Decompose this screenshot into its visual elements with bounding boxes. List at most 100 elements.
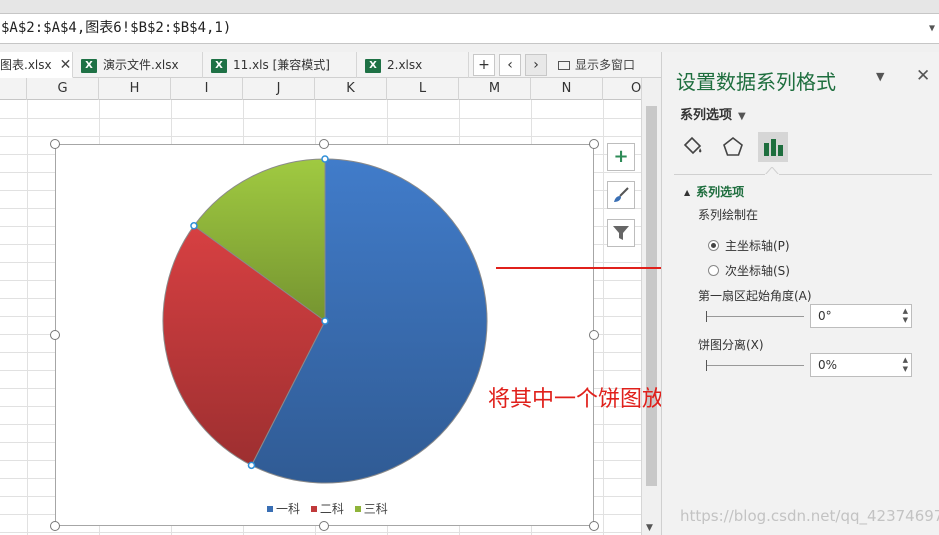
- secondary-axis-radio[interactable]: 次坐标轴(S): [708, 262, 790, 279]
- legend-label: 三科: [363, 502, 388, 516]
- chevron-down-icon[interactable]: ▼: [876, 70, 884, 83]
- start-angle-slider[interactable]: [706, 311, 804, 322]
- effects-tab[interactable]: [718, 132, 748, 162]
- paint-bucket-icon: [683, 136, 702, 155]
- vertical-scrollbar[interactable]: ▼: [641, 78, 661, 535]
- formula-bar[interactable]: $A$2:$A$4,图表6!$B$2:$B$4,1) ▼: [0, 13, 939, 44]
- primary-axis-label: 主坐标轴(P): [725, 239, 790, 253]
- spinner-arrows-icon[interactable]: ▲ ▼: [903, 307, 908, 325]
- resize-handle[interactable]: [319, 139, 329, 149]
- resize-handle[interactable]: [589, 139, 599, 149]
- chevron-down-icon: ▼: [738, 111, 746, 122]
- legend-label: 二科: [319, 502, 344, 516]
- legend-item[interactable]: 二科: [310, 500, 344, 517]
- scroll-down-icon[interactable]: ▼: [646, 523, 653, 533]
- start-angle-value[interactable]: 0°: [818, 309, 832, 323]
- series-selection-point[interactable]: [247, 461, 256, 470]
- multi-window-button[interactable]: 显示多窗口: [558, 52, 635, 78]
- series-selection-point[interactable]: [321, 155, 329, 163]
- chart-filters-button[interactable]: [607, 219, 635, 247]
- resize-handle[interactable]: [50, 139, 60, 149]
- chart-area[interactable]: [55, 144, 594, 526]
- start-angle-spinner[interactable]: 0° ▲ ▼: [810, 304, 912, 328]
- resize-handle[interactable]: [50, 330, 60, 340]
- resize-handle[interactable]: [589, 521, 599, 531]
- column-header-cell[interactable]: K: [315, 78, 387, 100]
- legend-swatch: [354, 505, 361, 512]
- ribbon-edge: [0, 0, 939, 13]
- pie-chart[interactable]: [56, 145, 595, 527]
- chart-elements-button[interactable]: +: [607, 143, 635, 171]
- legend-swatch: [310, 505, 317, 512]
- brush-icon: [614, 187, 629, 202]
- excel-file-icon: X: [81, 58, 97, 73]
- format-series-panel: 设置数据系列格式 ▼ ✕ 系列选项 ▼ ▲ 系列选项 系列绘制在 主坐标轴(P) 次…: [661, 52, 939, 535]
- series-options-label: 系列选项: [680, 108, 733, 123]
- legend-item[interactable]: 三科: [354, 500, 388, 517]
- window-icon: [558, 61, 570, 70]
- next-tab-button[interactable]: ›: [525, 54, 547, 76]
- column-header-cell[interactable]: M: [459, 78, 531, 100]
- slider-knob[interactable]: [706, 360, 707, 371]
- column-header-cell: [0, 78, 27, 100]
- divider: [674, 174, 932, 175]
- column-header-cell[interactable]: G: [27, 78, 99, 100]
- resize-handle[interactable]: [319, 521, 329, 531]
- column-header-cell[interactable]: J: [243, 78, 315, 100]
- grid-column-line: [603, 100, 604, 535]
- primary-axis-radio[interactable]: 主坐标轴(P): [708, 237, 790, 254]
- series-options-tab[interactable]: [758, 132, 788, 162]
- resize-handle[interactable]: [589, 330, 599, 340]
- tab-demo-workbook[interactable]: X 演示文件.xlsx: [73, 52, 203, 78]
- radio-dot[interactable]: [708, 240, 719, 251]
- explosion-value[interactable]: 0%: [818, 358, 837, 372]
- add-tab-button[interactable]: +: [473, 54, 495, 76]
- series-options-dropdown[interactable]: 系列选项 ▼: [680, 104, 746, 123]
- tab-label: 图表.xlsx: [0, 58, 52, 72]
- explosion-label: 饼图分离(X): [698, 338, 764, 352]
- excel-file-icon: X: [365, 58, 381, 73]
- chart-legend[interactable]: 一科 二科 三科: [267, 500, 395, 517]
- column-header-cell[interactable]: N: [531, 78, 603, 100]
- formula-expand-icon[interactable]: ▼: [929, 14, 935, 43]
- resize-handle[interactable]: [50, 521, 60, 531]
- section-label: 系列选项: [696, 185, 745, 199]
- start-angle-label: 第一扇区起始角度(A): [698, 289, 812, 303]
- explosion-slider[interactable]: [706, 360, 804, 371]
- chart-styles-button[interactable]: [607, 181, 635, 209]
- grid-row-line: [0, 118, 641, 119]
- column-header: G H I J K L M N O: [0, 78, 675, 100]
- tab-2-workbook[interactable]: X 2.xlsx: [357, 52, 469, 78]
- column-header-cell[interactable]: H: [99, 78, 171, 100]
- pentagon-icon: [723, 136, 743, 156]
- prev-tab-button[interactable]: ‹: [499, 54, 521, 76]
- fill-line-tab[interactable]: [678, 132, 708, 162]
- legend-item[interactable]: 一科: [267, 500, 300, 517]
- tab-chart-workbook[interactable]: 图表.xlsx ✕: [0, 52, 73, 78]
- close-icon[interactable]: ✕: [60, 52, 72, 78]
- excel-window: $A$2:$A$4,图表6!$B$2:$B$4,1) ▼ 图表.xlsx ✕ X演…: [0, 0, 939, 535]
- legend-swatch: [267, 505, 273, 512]
- filter-icon: [613, 226, 629, 240]
- scrollbar-thumb[interactable]: [646, 106, 657, 486]
- grid-row-line: [0, 532, 641, 533]
- formula-text[interactable]: $A$2:$A$4,图表6!$B$2:$B$4,1): [1, 20, 231, 36]
- section-series-options[interactable]: ▲ 系列选项: [684, 183, 744, 200]
- legend-label: 一科: [276, 502, 301, 516]
- radio-dot[interactable]: [708, 265, 719, 276]
- tab-11-workbook[interactable]: X 11.xls [兼容模式]: [203, 52, 357, 78]
- multi-window-label: 显示多窗口: [575, 58, 636, 72]
- spinner-arrows-icon[interactable]: ▲ ▼: [903, 356, 908, 374]
- column-header-cell[interactable]: L: [387, 78, 459, 100]
- grid-row-line: [0, 136, 641, 137]
- plot-series-on-label: 系列绘制在: [698, 208, 759, 222]
- toolbar-gap: [0, 44, 939, 52]
- column-header-cell[interactable]: I: [171, 78, 243, 100]
- series-selection-point[interactable]: [190, 222, 198, 230]
- excel-file-icon: X: [211, 58, 227, 73]
- explosion-spinner[interactable]: 0% ▲ ▼: [810, 353, 912, 377]
- series-selection-point[interactable]: [321, 317, 329, 325]
- collapse-triangle-icon: ▲: [684, 188, 691, 197]
- slider-knob[interactable]: [706, 311, 707, 322]
- close-icon[interactable]: ✕: [916, 66, 930, 86]
